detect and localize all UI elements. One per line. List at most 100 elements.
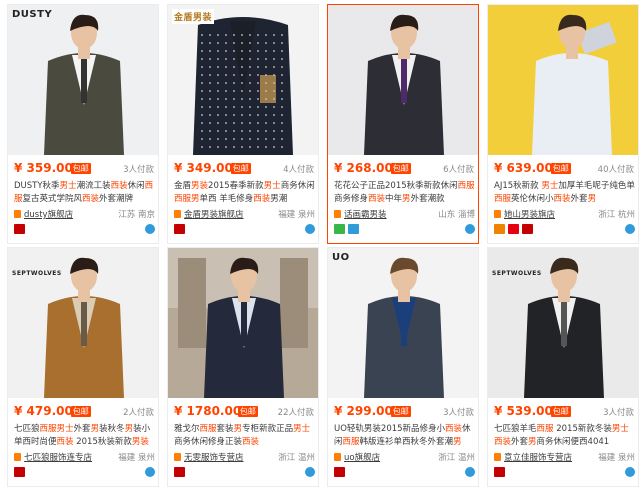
product-title-link[interactable]: UO轻轨男装2015新品修身小西装休闲西服韩版连衫单西秋冬外套潮男 <box>334 423 475 449</box>
product-title-link[interactable]: 金盾男装2015春季新款男士商务休闲西服男单西 羊毛修身西装男潮 <box>174 180 315 206</box>
product-title-link[interactable]: 七匹狼西服男士外套男装秋冬男装小单西时尚便西装 2015秋装新款男装 <box>14 423 155 449</box>
title-text: 韩版连衫单西秋冬外套潮 <box>359 436 454 447</box>
shop-link[interactable]: dusty旗舰店 <box>24 208 73 220</box>
price: ¥ 1780.00 <box>174 404 242 418</box>
price: ¥ 479.00 <box>14 404 73 418</box>
wangwang-chat-icon[interactable] <box>145 224 155 234</box>
wangwang-chat-icon[interactable] <box>305 467 315 477</box>
product-title-link[interactable]: 七匹狼羊毛西服 2015新款冬装男士西装外套男商务休闲便西4041 <box>494 423 635 449</box>
tmall-icon[interactable] <box>494 467 505 477</box>
price: ¥ 349.00 <box>174 161 233 175</box>
brand-logo: SEPTWOLVES <box>12 270 62 277</box>
title-keyword: 男 <box>528 436 537 447</box>
shop-icon <box>334 210 341 218</box>
wangwang-chat-icon[interactable] <box>305 224 315 234</box>
wangwang-chat-icon[interactable] <box>465 467 475 477</box>
shop-location: 福建 泉州 <box>278 210 315 220</box>
shop-icon <box>174 210 181 218</box>
blue-badge[interactable] <box>348 224 359 234</box>
title-text: 中年 <box>385 193 403 204</box>
wangwang-chat-icon[interactable] <box>465 224 475 234</box>
service-icons <box>494 224 635 236</box>
product-image[interactable] <box>168 248 318 398</box>
title-text: 外套潮款 <box>410 193 445 204</box>
title-keyword: 男 <box>402 193 411 204</box>
tmall-icon[interactable] <box>174 467 185 477</box>
shop-link[interactable]: 七匹狼服饰连专店 <box>24 451 92 463</box>
product-image[interactable]: 金盾男装 <box>168 5 318 155</box>
title-keyword: 西装 <box>368 193 386 204</box>
product-image[interactable]: UO <box>328 248 478 398</box>
title-keyword: 西装 <box>82 193 100 204</box>
free-shipping-badge: 包邮 <box>230 163 251 174</box>
free-shipping-badge: 包邮 <box>237 406 258 417</box>
product-card[interactable]: DUSTY ¥ 359.00 包邮 3人付款 DUSTY秋季男士潮流工装西装休闲西服复古… <box>7 4 159 244</box>
brand-logo: UO <box>332 252 350 263</box>
tmall-icon[interactable] <box>334 467 345 477</box>
title-keyword: 男 <box>233 424 243 434</box>
product-card[interactable]: ¥ 639.00 包邮 40人付款 AJ15秋新款 男士加厚羊毛呢子纯色单西服英伦休闲… <box>487 4 639 244</box>
title-text: 专柜新款正品 <box>242 424 294 434</box>
price: ¥ 299.00 <box>334 404 393 418</box>
product-card[interactable]: 金盾男装 ¥ 349.00 包邮 4人付款 金盾男装2015春季新款男士商务休闲西服男单… <box>167 4 319 244</box>
shop-link[interactable]: 无雯服饰专营店 <box>184 451 244 463</box>
title-text: 外套 <box>73 424 91 434</box>
price-row: ¥ 1780.00 包邮 22人付款 <box>168 404 318 420</box>
price-row: ¥ 639.00 包邮 40人付款 <box>488 161 638 177</box>
shop-icon <box>494 210 501 218</box>
price-row: ¥ 299.00 包邮 3人付款 <box>328 404 478 420</box>
title-keyword: 西服 <box>536 424 554 434</box>
product-card[interactable]: SEPTWOLVES ¥ 479.00 包邮 2人付款 七匹狼西服男士外套男装秋冬男装小… <box>7 247 159 487</box>
product-title-link[interactable]: DUSTY秋季男士潮流工装西装休闲西服复古英式学院风西装外套潮牌 <box>14 180 155 206</box>
free-shipping-badge: 包邮 <box>70 406 91 417</box>
title-text: 花花公子正品2015秋季新款休闲 <box>334 181 458 191</box>
shop-row: 无雯服饰专营店 浙江 温州 <box>174 451 315 463</box>
product-title-link[interactable]: AJ15秋新款 男士加厚羊毛呢子纯色单西服英伦休闲小西装外套男 <box>494 180 635 206</box>
wangwang-chat-icon[interactable] <box>145 467 155 477</box>
product-card[interactable]: UO ¥ 299.00 包邮 3人付款 UO轻轨男装2015新品修身小西装休闲西服韩版连… <box>327 247 479 487</box>
brand-logo: DUSTY <box>12 9 53 20</box>
product-image[interactable] <box>488 5 638 155</box>
title-keyword: 男士 <box>293 424 311 434</box>
title-keyword: 男 <box>587 193 597 204</box>
wangwang-chat-icon[interactable] <box>625 467 635 477</box>
product-image[interactable]: SEPTWOLVES <box>488 248 638 398</box>
title-text: 休闲 <box>127 181 145 191</box>
tmall-icon[interactable] <box>174 224 185 234</box>
wangwang-chat-icon[interactable] <box>625 224 635 234</box>
shop-location: 江苏 南京 <box>118 210 155 220</box>
shop-row: 她山男装旗店 浙江 杭州 <box>494 208 635 220</box>
service-icons <box>14 467 155 479</box>
title-text: 2015新款冬装 <box>553 424 612 434</box>
green-badge[interactable] <box>334 224 345 234</box>
shop-link[interactable]: uo旗舰店 <box>344 451 380 463</box>
tmall-icon[interactable] <box>522 224 533 234</box>
shop-icon <box>14 453 21 461</box>
shop-location: 浙江 温州 <box>278 453 315 463</box>
price: ¥ 539.00 <box>494 404 553 418</box>
title-text: 商务休闲便西4041 <box>536 436 610 447</box>
shop-link[interactable]: 话画霸男装 <box>344 208 387 220</box>
multi-badge-2-icon[interactable] <box>508 224 519 234</box>
shop-link[interactable]: 金盾男装旗舰店 <box>184 208 244 220</box>
shop-link[interactable]: 意立佳服饰专营店 <box>504 451 572 463</box>
free-shipping-badge: 包邮 <box>550 163 571 174</box>
title-keyword: 西装 <box>110 181 128 191</box>
product-image[interactable]: DUSTY <box>8 5 158 155</box>
product-card[interactable]: ¥ 268.00 包邮 6人付款 花花公子正品2015秋季新款休闲西服 商务修身西装中… <box>327 4 479 244</box>
buyer-count: 3人付款 <box>443 408 474 418</box>
tmall-icon[interactable] <box>14 224 25 234</box>
tmall-icon[interactable] <box>14 467 25 477</box>
product-image[interactable]: SEPTWOLVES <box>8 248 158 398</box>
product-card[interactable]: ¥ 1780.00 包邮 22人付款雅戈尔西服套装男专柜新款正品男士商务休闲修身正装… <box>167 247 319 487</box>
product-title-link[interactable]: 雅戈尔西服套装男专柜新款正品男士商务休闲修身正装西装 <box>174 423 315 449</box>
product-image[interactable] <box>328 5 478 155</box>
product-title-link[interactable]: 花花公子正品2015秋季新款休闲西服 商务修身西装中年男外套潮款 <box>334 180 475 206</box>
shop-icon <box>174 453 181 461</box>
shop-link[interactable]: 她山男装旗店 <box>504 208 555 220</box>
product-card[interactable]: SEPTWOLVES ¥ 539.00 包邮 3人付款 七匹狼羊毛西服 2015新款冬装… <box>487 247 639 487</box>
service-icons <box>174 467 315 479</box>
multi-badge[interactable] <box>494 224 505 234</box>
title-text: 雅戈尔 <box>174 424 200 434</box>
title-text: 潮流工装 <box>76 181 111 191</box>
